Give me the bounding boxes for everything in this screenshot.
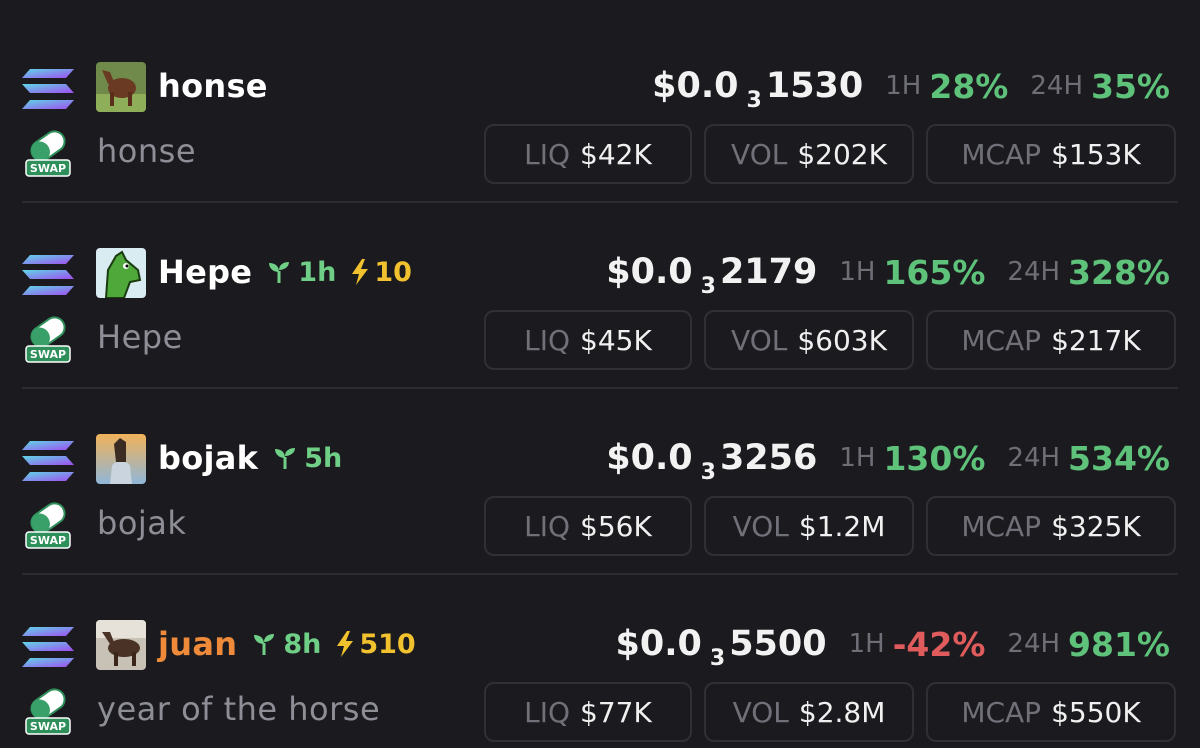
token-title-line: juan 8h 510 (158, 616, 416, 672)
token-price: $0.0 3 2179 (606, 252, 818, 299)
market-cap-chip: MCAP $550K (926, 682, 1176, 742)
token-stats: LIQ $45K VOL $603K MCAP $217K (484, 310, 1176, 370)
svg-text:SWAP: SWAP (30, 534, 66, 547)
liquidity-chip: LIQ $56K (484, 496, 692, 556)
liquidity-chip: LIQ $42K (484, 124, 692, 184)
timeframe-label-1h: 1H (848, 629, 885, 659)
timeframe-label-1h: 1H (885, 71, 922, 101)
token-symbol[interactable]: bojak (158, 439, 258, 477)
swap-pill-icon[interactable]: SWAP (24, 314, 72, 364)
sprout-icon (269, 262, 290, 283)
change-1h: 130% (883, 438, 986, 478)
token-boost: 510 (335, 629, 416, 660)
solana-chain-icon (22, 627, 74, 667)
token-full-name: honse (97, 132, 196, 170)
token-stats: LIQ $77K VOL $2.8M MCAP $550K (484, 682, 1176, 742)
token-price: $0.0 3 1530 (652, 66, 864, 113)
token-title-line: bojak 5h (158, 430, 342, 486)
market-cap-chip: MCAP $217K (926, 310, 1176, 370)
solana-chain-icon (22, 69, 74, 109)
change-24h: 534% (1068, 438, 1170, 478)
timeframe-label-24h: 24H (1007, 257, 1061, 287)
solana-chain-icon (22, 255, 74, 295)
timeframe-label-1h: 1H (839, 257, 876, 287)
liquidity-chip: LIQ $77K (484, 682, 692, 742)
token-full-name: Hepe (97, 318, 183, 356)
change-1h: 165% (883, 252, 986, 292)
liquidity-chip: LIQ $45K (484, 310, 692, 370)
volume-chip: VOL $603K (704, 310, 914, 370)
token-full-name: year of the horse (97, 690, 381, 728)
swap-pill-icon[interactable]: SWAP (24, 500, 72, 550)
timeframe-label-24h: 24H (1007, 443, 1061, 473)
token-symbol[interactable]: juan (158, 625, 237, 663)
token-stats: LIQ $42K VOL $202K MCAP $153K (484, 124, 1176, 184)
swap-pill-icon[interactable]: SWAP (24, 128, 72, 178)
svg-text:SWAP: SWAP (30, 348, 66, 361)
token-price: $0.0 3 3256 (606, 438, 818, 485)
change-24h: 981% (1068, 624, 1170, 664)
token-symbol[interactable]: Hepe (158, 253, 252, 291)
lightning-icon (337, 631, 354, 657)
change-1h: -42% (892, 624, 986, 664)
horse-photo-avatar (96, 620, 146, 670)
swap-pill-icon[interactable]: SWAP (24, 686, 72, 736)
sprout-icon (254, 634, 275, 655)
green-horse-avatar (96, 248, 146, 298)
price-line: $0.0 3 2179 1H 165% 24H 328% (606, 244, 1170, 300)
token-symbol[interactable]: honse (158, 67, 268, 105)
token-row[interactable]: bojak 5h SWAP bojak $0.0 3 3256 1H 130% 24… (0, 380, 1200, 566)
change-24h: 35% (1091, 66, 1170, 106)
horse-man-avatar (96, 434, 146, 484)
price-line: $0.0 3 1530 1H 28% 24H 35% (652, 58, 1170, 114)
token-row[interactable]: honse SWAP honse $0.0 3 1530 1H 28% 24H 35… (0, 8, 1200, 194)
token-row[interactable]: Hepe 1h 10 SWAP Hepe $0.0 3 2179 1H 165%… (0, 194, 1200, 380)
market-cap-chip: MCAP $153K (926, 124, 1176, 184)
token-title-line: honse (158, 58, 268, 114)
token-age: 5h (272, 443, 342, 474)
volume-chip: VOL $1.2M (704, 496, 914, 556)
solana-chain-icon (22, 441, 74, 481)
market-cap-chip: MCAP $325K (926, 496, 1176, 556)
lightning-icon (352, 259, 369, 285)
price-line: $0.0 3 5500 1H -42% 24H 981% (616, 616, 1170, 672)
token-title-line: Hepe 1h 10 (158, 244, 412, 300)
svg-text:SWAP: SWAP (30, 162, 66, 175)
token-list: honse SWAP honse $0.0 3 1530 1H 28% 24H 35… (0, 0, 1200, 748)
sprout-icon (275, 448, 296, 469)
timeframe-label-24h: 24H (1030, 71, 1083, 101)
change-24h: 328% (1068, 252, 1170, 292)
token-price: $0.0 3 5500 (615, 624, 827, 671)
timeframe-label-1h: 1H (839, 443, 876, 473)
token-boost: 10 (350, 257, 412, 288)
price-line: $0.0 3 3256 1H 130% 24H 534% (606, 430, 1170, 486)
token-full-name: bojak (97, 504, 187, 542)
volume-chip: VOL $2.8M (704, 682, 914, 742)
token-age: 8h (251, 629, 321, 660)
svg-text:SWAP: SWAP (30, 720, 66, 733)
horse-photo-avatar (96, 62, 146, 112)
token-age: 1h (266, 257, 336, 288)
timeframe-label-24h: 24H (1007, 629, 1061, 659)
change-1h: 28% (929, 66, 1009, 106)
token-stats: LIQ $56K VOL $1.2M MCAP $325K (484, 496, 1176, 556)
token-row[interactable]: juan 8h 510 SWAP year of the horse $0.0 3… (0, 566, 1200, 748)
volume-chip: VOL $202K (704, 124, 914, 184)
